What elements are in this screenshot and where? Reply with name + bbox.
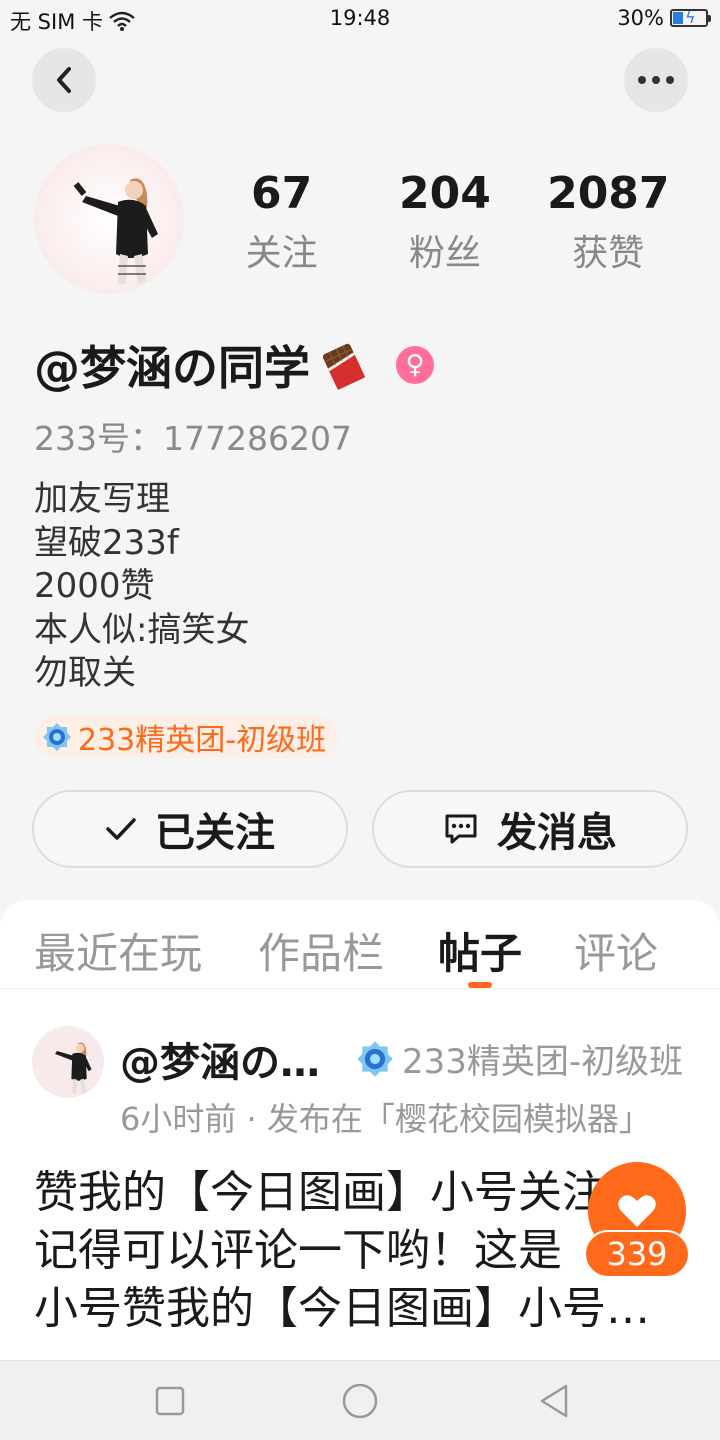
content-card: 最近在玩 作品栏 帖子 评论 @梦涵の… 233精英团-初级班 6小时前 · 发…	[0, 900, 720, 1370]
post-line: 小号赞我的【今日图画】小号…	[34, 1283, 650, 1334]
post-author-name[interactable]: @梦涵の…	[120, 1030, 320, 1088]
stat-following[interactable]: 67 关注	[207, 166, 357, 276]
battery-percent: 30%	[617, 6, 664, 30]
followed-label: 已关注	[155, 810, 275, 856]
checkmark-icon	[106, 818, 136, 840]
stat-fans-label: 粉丝	[408, 233, 481, 274]
stat-likes[interactable]: 2087 获赞	[533, 166, 683, 276]
bio-line: 望破233f	[34, 522, 179, 563]
female-icon: ♀	[396, 346, 434, 384]
battery-icon: ϟ	[670, 8, 711, 27]
stat-following-count: 67	[251, 168, 313, 219]
post-author-avatar[interactable]	[32, 1026, 104, 1098]
avatar-figure-icon	[73, 178, 158, 284]
followed-button[interactable]: 已关注	[32, 790, 348, 868]
group-badge-label: 233精英团-初级班	[78, 723, 327, 758]
tab-posts[interactable]: 帖子	[438, 920, 522, 981]
profile-username: @梦涵の同学 ♀	[34, 332, 434, 398]
post-author-badge: 233精英团-初级班	[356, 1034, 683, 1083]
chevron-left-icon	[57, 67, 71, 93]
more-dots-icon	[638, 76, 674, 84]
user-id: 233号：177286207	[34, 419, 352, 458]
back-triangle-icon[interactable]	[534, 1381, 574, 1421]
profile-avatar[interactable]	[34, 144, 184, 294]
home-icon[interactable]	[340, 1381, 380, 1421]
tab-recently-played[interactable]: 最近在玩	[34, 920, 202, 981]
bio-line: 勿取关	[34, 653, 136, 693]
bio-line: 加友写理	[34, 479, 170, 519]
profile-stats: 67 关注 204 粉丝 2087 获赞	[200, 166, 690, 276]
profile-tabs: 最近在玩 作品栏 帖子 评论	[0, 916, 720, 988]
status-right: 30% ϟ	[617, 6, 711, 30]
stat-likes-count: 2087	[547, 168, 670, 219]
tab-comments[interactable]: 评论	[574, 920, 658, 981]
system-nav-bar	[0, 1360, 720, 1440]
post-meta: 6小时前 · 发布在「樱花校园模拟器」	[120, 1100, 651, 1138]
bio-line: 2000赞	[34, 566, 155, 606]
chat-bubble-icon	[445, 814, 477, 844]
tabs-divider	[0, 988, 720, 989]
send-message-label: 发消息	[497, 810, 617, 856]
profile-bio: 加友写理 望破233f 2000赞 本人似:搞笑女 勿取关	[34, 478, 249, 696]
bio-line: 本人似:搞笑女	[34, 609, 250, 650]
avatar-figure-icon	[55, 1042, 92, 1094]
back-button[interactable]	[32, 48, 96, 112]
group-badge[interactable]: 233精英团-初级班	[34, 716, 339, 758]
stat-fans[interactable]: 204 粉丝	[370, 166, 520, 276]
stat-likes-label: 获赞	[572, 233, 645, 274]
elite-medal-icon	[357, 1040, 393, 1077]
tab-works[interactable]: 作品栏	[258, 920, 384, 981]
stat-following-label: 关注	[245, 233, 318, 274]
stat-fans-count: 204	[399, 168, 491, 219]
username-text: @梦涵の同学	[34, 341, 310, 395]
chocolate-icon	[322, 343, 366, 390]
post-line: 赞我的【今日图画】小号关注	[34, 1167, 606, 1218]
heart-icon	[618, 1195, 656, 1227]
elite-medal-icon	[43, 723, 71, 751]
like-count: 339	[584, 1230, 690, 1278]
more-options-button[interactable]	[624, 48, 688, 112]
post-badge-label: 233精英团-初级班	[402, 1042, 684, 1082]
send-message-button[interactable]: 发消息	[372, 790, 688, 868]
recent-apps-icon[interactable]	[150, 1381, 190, 1421]
status-bar: 无 SIM 卡 19:48 30% ϟ	[0, 0, 720, 38]
status-time: 19:48	[329, 6, 391, 30]
